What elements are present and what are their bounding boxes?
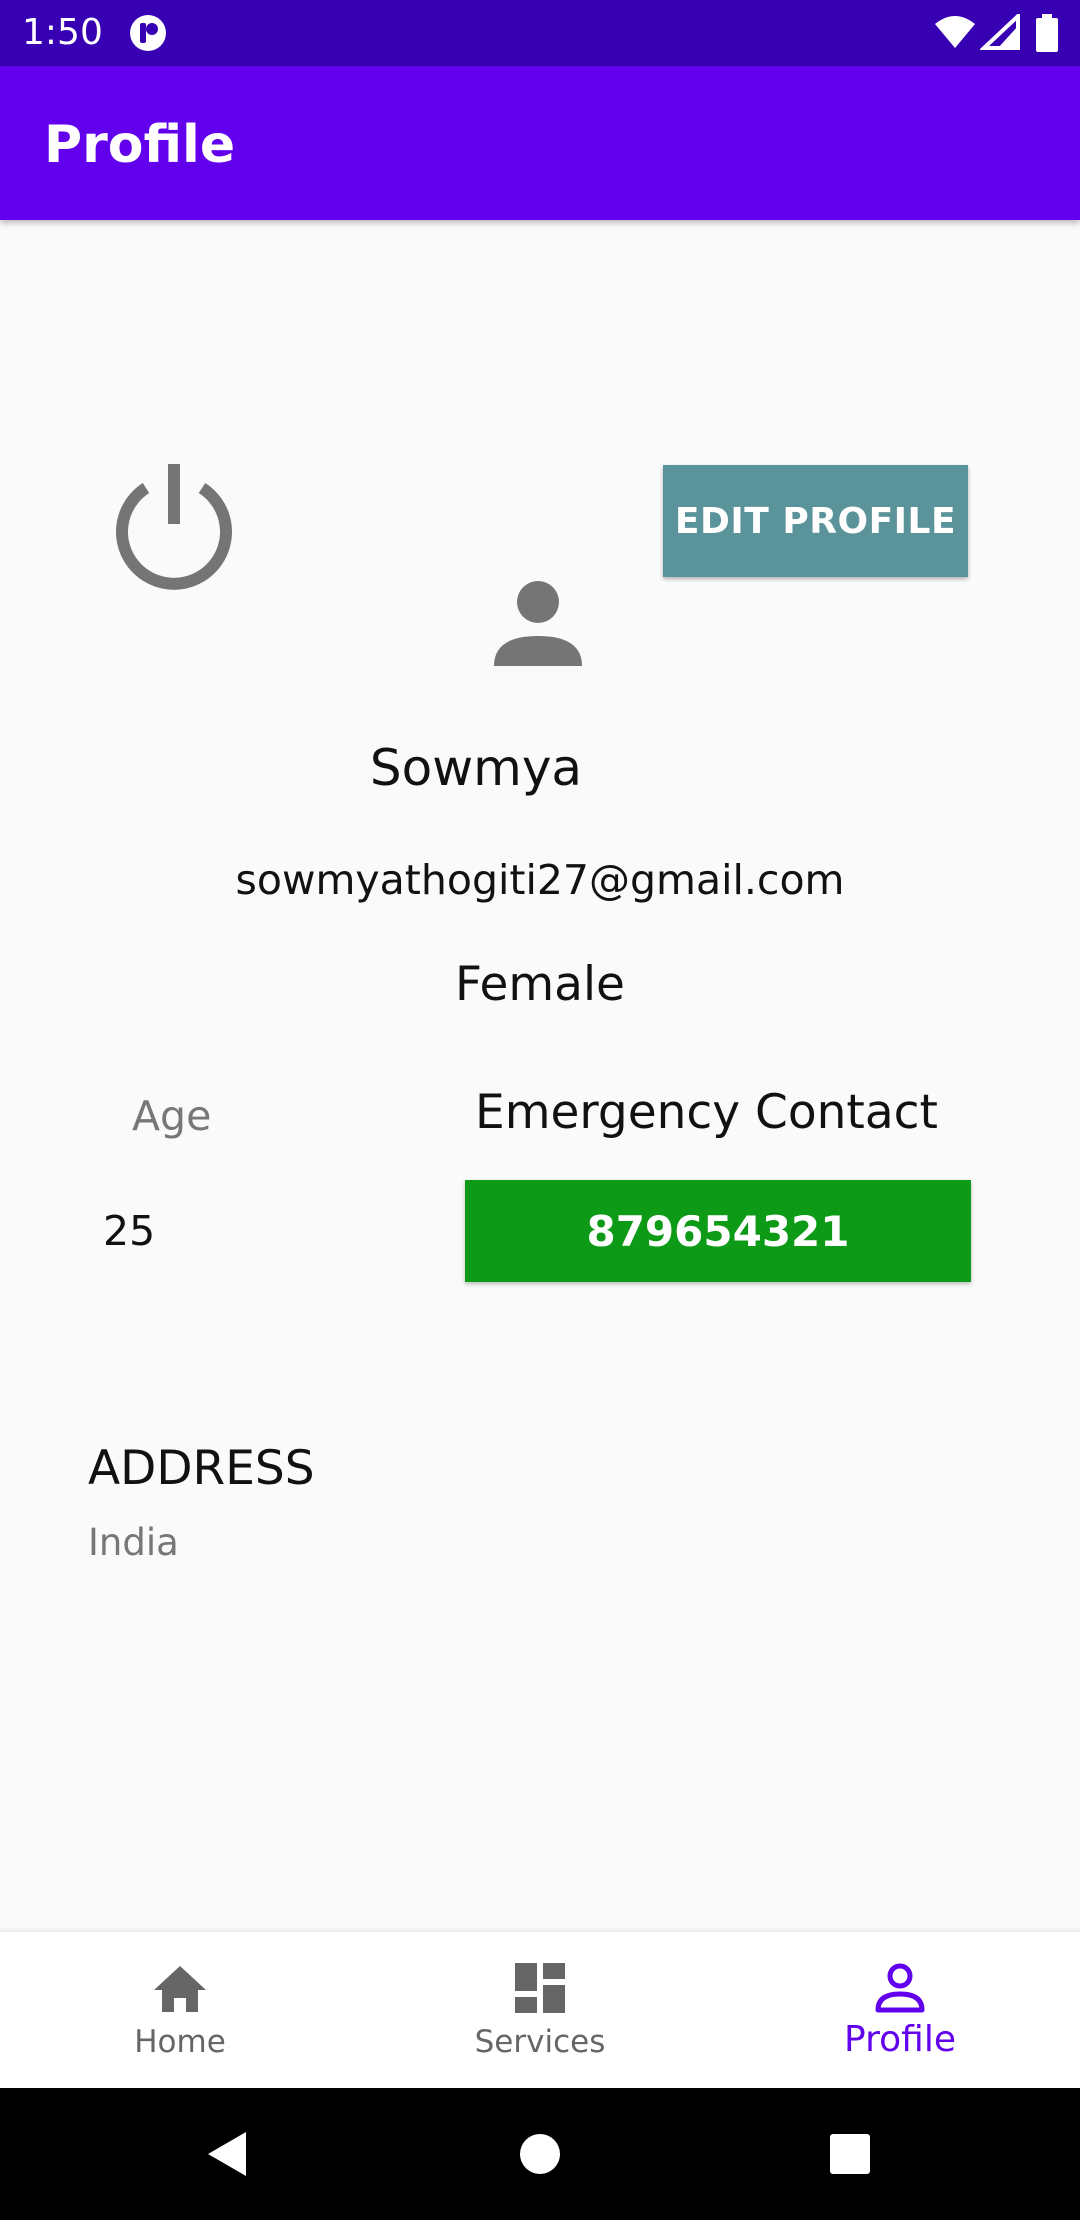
system-navigation-bar bbox=[0, 2088, 1080, 2220]
nav-item-services[interactable]: Services bbox=[360, 1932, 720, 2088]
recents-button[interactable] bbox=[790, 2088, 910, 2220]
page-title: Profile bbox=[44, 115, 236, 175]
address-label: ADDRESS bbox=[88, 1441, 315, 1496]
signal-icon bbox=[980, 14, 1020, 50]
recents-icon bbox=[830, 2134, 870, 2174]
status-time: 1:50 bbox=[22, 12, 103, 53]
nav-label-home: Home bbox=[134, 2024, 226, 2060]
age-label: Age bbox=[132, 1092, 212, 1140]
dashboard-icon bbox=[515, 1963, 565, 2013]
home-button[interactable] bbox=[480, 2088, 600, 2220]
profile-gender: Female bbox=[455, 957, 625, 1012]
emergency-contact-button[interactable]: 879654321 bbox=[465, 1180, 971, 1282]
person-outline-icon bbox=[875, 1963, 925, 2013]
back-button[interactable] bbox=[168, 2088, 288, 2220]
home-circle-icon bbox=[520, 2134, 560, 2174]
home-icon bbox=[154, 1966, 206, 2012]
age-value: 25 bbox=[103, 1207, 156, 1255]
profile-name: Sowmya bbox=[369, 739, 583, 797]
address-value: India bbox=[88, 1521, 179, 1564]
edit-profile-button[interactable]: EDIT PROFILE bbox=[663, 465, 968, 577]
power-icon[interactable] bbox=[106, 454, 242, 590]
battery-icon bbox=[1036, 14, 1058, 52]
person-icon bbox=[494, 581, 582, 666]
nav-item-home[interactable]: Home bbox=[0, 1932, 360, 2088]
app-bar: Profile bbox=[0, 66, 1080, 220]
wifi-icon bbox=[935, 16, 975, 48]
back-icon bbox=[208, 2132, 246, 2176]
status-bar: 1:50 bbox=[0, 0, 1080, 66]
profile-email: sowmyathogiti27@gmail.com bbox=[235, 856, 845, 904]
nav-label-services: Services bbox=[474, 2024, 606, 2060]
emergency-contact-label: Emergency Contact bbox=[475, 1085, 938, 1140]
nav-label-profile: Profile bbox=[844, 2019, 956, 2060]
app-notification-icon bbox=[130, 15, 166, 51]
nav-item-profile[interactable]: Profile bbox=[720, 1932, 1080, 2088]
bottom-navigation: Home Services Profile bbox=[0, 1932, 1080, 2088]
